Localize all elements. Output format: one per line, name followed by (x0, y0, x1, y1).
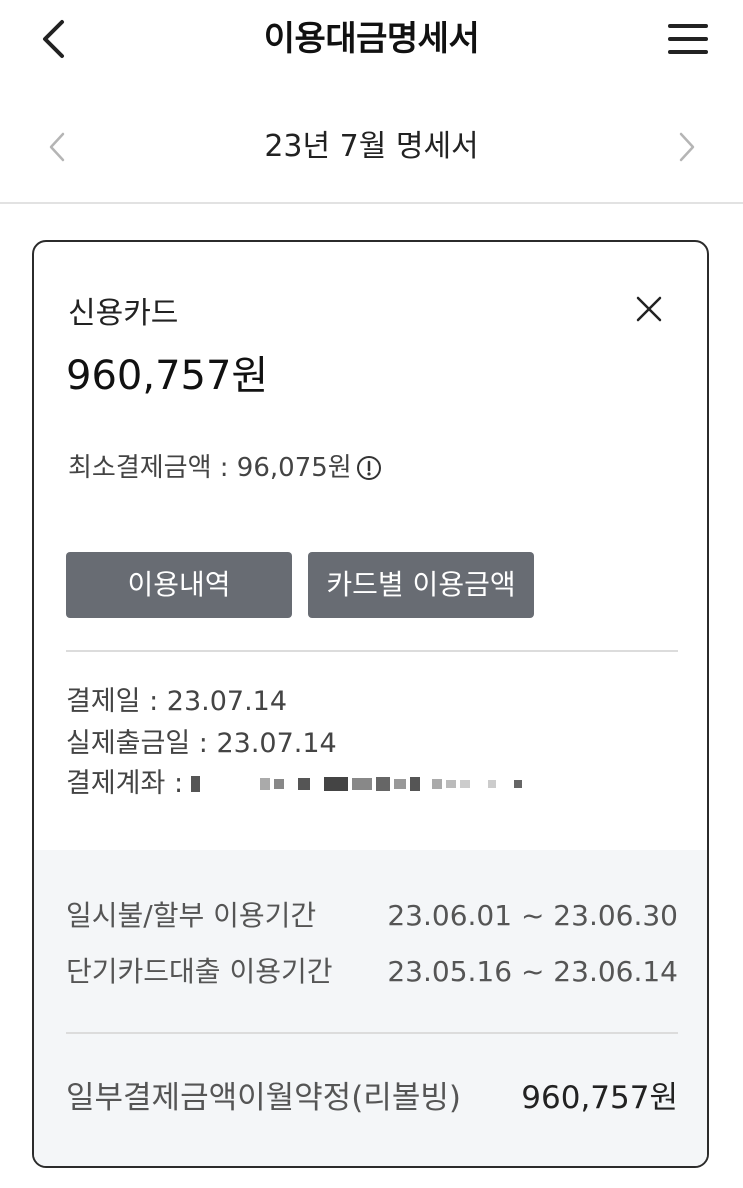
period-label: 일시불/할부 이용기간 (66, 899, 317, 932)
revolving-label: 일부결제금액이월약정(리볼빙) (66, 1080, 461, 1116)
masked-account-number (191, 776, 526, 792)
next-month-button[interactable] (666, 124, 706, 170)
card-type-title: 신용카드 (68, 296, 179, 331)
menu-button[interactable] (660, 14, 716, 64)
page-title: 이용대금명세서 (263, 19, 480, 59)
header-divider (0, 202, 743, 204)
info-icon[interactable] (356, 455, 382, 481)
header: 이용대금명세서 (0, 0, 743, 80)
withdraw-date: 실제출금일 : 23.07.14 (66, 728, 337, 759)
payment-date: 결제일 : 23.07.14 (66, 686, 288, 717)
close-button[interactable] (630, 290, 668, 328)
usage-period-section: 일시불/할부 이용기간 23.06.01 ~ 23.06.30 단기카드대출 이… (34, 850, 707, 1166)
divider (66, 1032, 678, 1034)
divider (66, 650, 678, 652)
period-value: 23.05.16 ~ 23.06.14 (387, 955, 678, 988)
usage-history-button[interactable]: 이용내역 (66, 552, 292, 618)
chevron-right-icon (679, 132, 695, 162)
payment-account-label: 결제계좌 : (66, 768, 184, 799)
close-icon (636, 296, 662, 322)
hamburger-menu-icon (668, 24, 708, 54)
payment-account: 결제계좌 : (66, 764, 526, 804)
period-label: 단기카드대출 이용기간 (66, 955, 333, 988)
total-amount: 960,757원 (66, 353, 269, 399)
usage-by-card-button[interactable]: 카드별 이용금액 (308, 552, 534, 618)
period-value: 23.06.01 ~ 23.06.30 (387, 899, 678, 932)
month-label: 23년 7월 명세서 (264, 129, 479, 164)
month-navigator: 23년 7월 명세서 (0, 110, 743, 184)
statement-card: 신용카드 960,757원 최소결제금액 : 96,075원 이용내역 카드별 … (32, 240, 709, 1168)
minimum-payment: 최소결제금액 : 96,075원 (68, 450, 382, 486)
minimum-payment-text: 최소결제금액 : 96,075원 (68, 453, 352, 483)
revolving-amount: 960,757원 (521, 1080, 678, 1116)
